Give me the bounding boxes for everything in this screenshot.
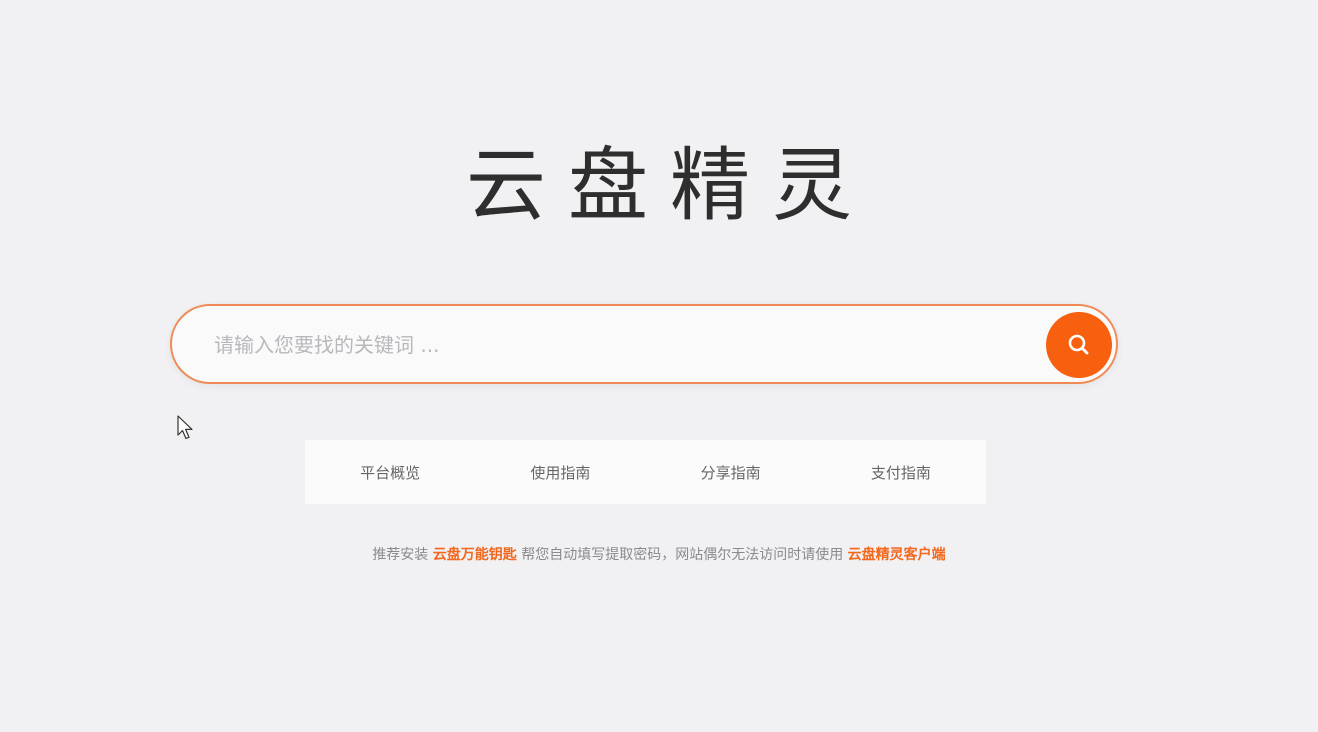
link-client-download[interactable]: 云盘精灵客户端 [848,547,946,563]
search-icon [1068,334,1089,355]
search-button[interactable] [1046,312,1112,378]
link-cloud-master-key[interactable]: 云盘万能钥匙 [433,547,517,563]
search-bar [170,304,1118,384]
search-input[interactable] [212,320,1036,370]
nav-item-usage-guide[interactable]: 使用指南 [475,462,645,483]
site-logo: 云盘精灵 [466,139,874,232]
nav-item-share-guide[interactable]: 分享指南 [646,462,816,483]
page: 云盘精灵 平台概览 使用指南 分享指南 支付指南 推荐安装 云盘万能钥匙 帮您自… [0,0,1318,732]
nav-menu: 平台概览 使用指南 分享指南 支付指南 [305,440,986,504]
notice-prefix: 推荐安装 [372,547,429,563]
mouse-pointer-icon [177,415,193,440]
nav-item-platform-overview[interactable]: 平台概览 [305,462,475,483]
install-notice: 推荐安装 云盘万能钥匙 帮您自动填写提取密码，网站偶尔无法访问时请使用 云盘精灵… [0,545,1318,565]
nav-item-payment-guide[interactable]: 支付指南 [816,462,986,483]
notice-middle: 帮您自动填写提取密码，网站偶尔无法访问时请使用 [521,547,844,563]
